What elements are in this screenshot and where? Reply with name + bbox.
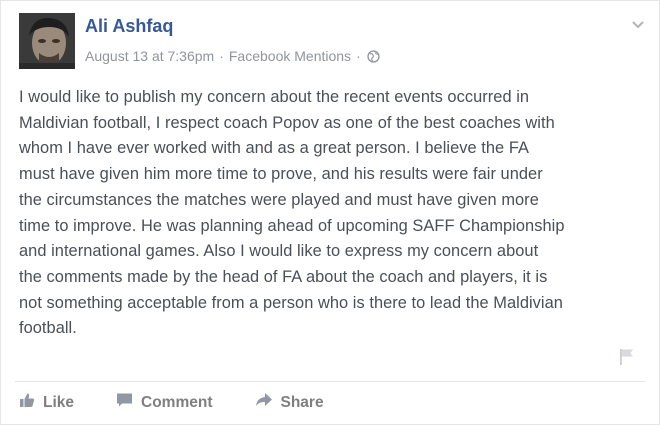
thumbs-up-icon xyxy=(19,392,35,413)
share-label: Share xyxy=(280,393,324,411)
comment-button[interactable]: Comment xyxy=(116,392,213,413)
facebook-post: Ali Ashfaq August 13 at 7:36pm · Faceboo… xyxy=(0,0,660,425)
post-meta: August 13 at 7:36pm · Facebook Mentions … xyxy=(85,48,380,64)
like-button[interactable]: Like xyxy=(19,392,74,413)
share-arrow-icon xyxy=(255,392,273,413)
meta-separator-2: · xyxy=(356,48,361,64)
meta-separator: · xyxy=(219,48,224,64)
like-label: Like xyxy=(43,393,75,411)
post-body-text: I would like to publish my concern about… xyxy=(19,88,565,338)
author-name-link[interactable]: Ali Ashfaq xyxy=(85,16,173,37)
comment-icon xyxy=(116,392,133,413)
share-button[interactable]: Share xyxy=(255,392,324,413)
comment-label: Comment xyxy=(141,393,213,411)
flag-icon[interactable] xyxy=(619,348,635,366)
divider xyxy=(15,381,645,382)
chevron-down-icon[interactable] xyxy=(631,17,645,29)
globe-icon[interactable] xyxy=(367,49,380,63)
post-actions-bar: Like Comment Share xyxy=(19,392,366,413)
post-timestamp-link[interactable]: August 13 at 7:36pm xyxy=(85,48,214,64)
post-source-link[interactable]: Facebook Mentions xyxy=(229,48,351,64)
avatar[interactable] xyxy=(19,13,75,69)
